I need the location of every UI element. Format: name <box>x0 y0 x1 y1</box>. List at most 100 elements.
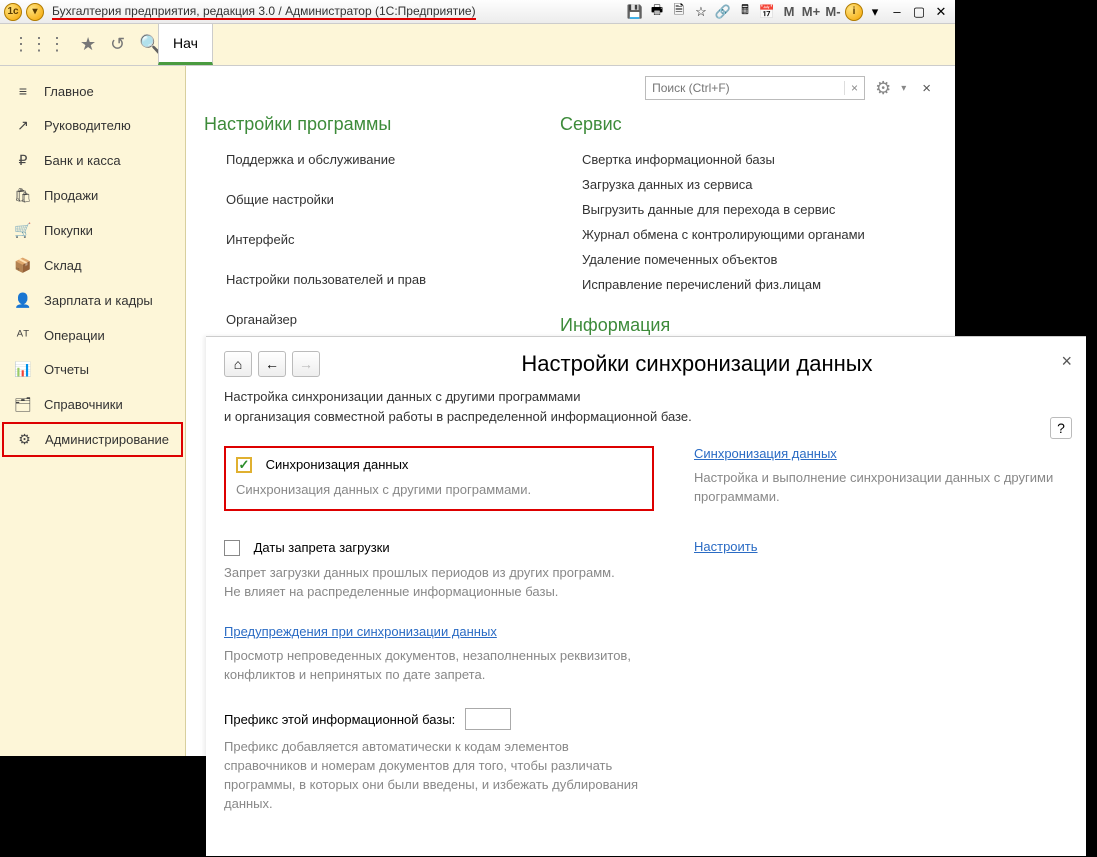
minimize-icon[interactable]: – <box>887 2 907 22</box>
dropdown-icon[interactable]: ▾ <box>26 3 44 21</box>
sidebar-item-0[interactable]: ≡ Главное <box>0 74 185 108</box>
sync-data-link-sub: Настройка и выполнение синхронизации дан… <box>694 469 1068 507</box>
close-icon[interactable]: ✕ <box>931 2 951 22</box>
forward-button[interactable]: → <box>292 351 320 377</box>
panel-title: Настройки синхронизации данных <box>326 351 1068 377</box>
calc-icon[interactable]: 🖩 <box>735 2 755 22</box>
window-title: Бухгалтерия предприятия, редакция 3.0 / … <box>52 4 476 20</box>
sidebar-item-5[interactable]: 📦Склад <box>0 248 185 283</box>
sidebar-item-2[interactable]: ₽ Банк и касса <box>0 143 185 178</box>
settings-link-3[interactable]: Настройки пользователей и прав <box>226 267 524 292</box>
nav-icon: 📊 <box>14 361 32 378</box>
sync-settings-panel: ⌂ ← → Настройки синхронизации данных × ?… <box>206 336 1086 856</box>
help-button[interactable]: ? <box>1050 417 1072 439</box>
search-clear-icon[interactable]: × <box>844 81 864 95</box>
prefix-subtext: Префикс добавляется автоматически к кода… <box>224 738 654 813</box>
m-minus-button[interactable]: M- <box>823 2 843 22</box>
search-input[interactable] <box>646 81 844 95</box>
gear-dropdown-icon[interactable]: ▾ <box>901 83 906 94</box>
nav-icon: 🗂 <box>14 396 32 413</box>
settings-link-0[interactable]: Поддержка и обслуживание <box>226 147 524 172</box>
section-title-service: Сервис <box>560 114 865 135</box>
sync-data-subtext: Синхронизация данных с другими программа… <box>236 481 642 500</box>
nav-label: Зарплата и кадры <box>44 293 153 308</box>
nav-label: Операции <box>44 328 105 343</box>
app-logo-icon: 1c <box>4 3 22 21</box>
service-link-2[interactable]: Выгрузить данные для перехода в сервис <box>582 197 865 222</box>
prefix-input[interactable] <box>465 708 511 730</box>
section-title-info: Информация <box>560 315 865 336</box>
service-link-5[interactable]: Исправление перечислений физ.лицам <box>582 272 865 297</box>
link-icon[interactable]: 🔗 <box>713 2 733 22</box>
sidebar-item-7[interactable]: ᴬᵀ Операции <box>0 318 185 352</box>
tab-start[interactable]: Нач <box>158 24 213 65</box>
tab-label: Нач <box>173 35 198 51</box>
gear-icon[interactable]: ⚙ <box>875 78 891 99</box>
service-link-1[interactable]: Загрузка данных из сервиса <box>582 172 865 197</box>
nav-icon: ≡ <box>14 83 32 99</box>
service-link-4[interactable]: Удаление помеченных объектов <box>582 247 865 272</box>
service-link-0[interactable]: Свертка информационной базы <box>582 147 865 172</box>
date-ban-subtext: Запрет загрузки данных прошлых периодов … <box>224 564 654 602</box>
nav-icon: 🛍 <box>14 187 32 204</box>
maximize-icon[interactable]: ▢ <box>909 2 929 22</box>
nav-label: Отчеты <box>44 362 89 377</box>
nav-label: Главное <box>44 84 94 99</box>
search-input-wrap: × <box>645 76 865 100</box>
print-icon[interactable]: 🖶 <box>647 2 667 22</box>
warnings-subtext: Просмотр непроведенных документов, незап… <box>224 647 654 685</box>
date-ban-checkbox[interactable] <box>224 540 240 556</box>
nav-icon: ᴬᵀ <box>14 327 32 343</box>
sidebar-item-10[interactable]: ⚙ Администрирование <box>2 422 183 457</box>
dropdown2-icon[interactable]: ▾ <box>865 2 885 22</box>
settings-link-2[interactable]: Интерфейс <box>226 227 524 252</box>
nav-icon: ↗ <box>14 117 32 134</box>
sync-data-label: Синхронизация данных <box>266 457 409 472</box>
sync-data-link[interactable]: Синхронизация данных <box>694 446 837 461</box>
settings-link-4[interactable]: Органайзер <box>226 307 524 332</box>
panel-description: Настройка синхронизации данных с другими… <box>224 387 1068 426</box>
toolbar-row: ⋮⋮⋮ ★ ↺ 🔍 Нач <box>0 24 955 66</box>
settings-link-1[interactable]: Общие настройки <box>226 187 524 212</box>
back-button[interactable]: ← <box>258 351 286 377</box>
nav-icon: ₽ <box>14 152 32 169</box>
nav-label: Руководителю <box>44 118 131 133</box>
doc-icon[interactable]: 🗎 <box>669 2 689 22</box>
panel-close-button[interactable]: × <box>1061 351 1072 372</box>
panel-close-icon[interactable]: × <box>916 80 937 97</box>
date-ban-label: Даты запрета загрузки <box>254 540 390 555</box>
save-icon[interactable]: 💾 <box>625 2 645 22</box>
sidebar-item-4[interactable]: 🛒 Покупки <box>0 213 185 248</box>
sync-data-checkbox[interactable]: ✓ <box>236 457 252 473</box>
star-icon[interactable]: ☆ <box>691 2 711 22</box>
nav-icon: 👤 <box>14 292 32 309</box>
nav-label: Склад <box>44 258 82 273</box>
apps-icon[interactable]: ⋮⋮⋮ <box>12 34 66 55</box>
nav-label: Справочники <box>44 397 123 412</box>
configure-link[interactable]: Настроить <box>694 539 758 554</box>
nav-icon: ⚙ <box>16 431 33 448</box>
sidebar-item-3[interactable]: 🛍 Продажи <box>0 178 185 213</box>
section-title-settings: Настройки программы <box>204 114 524 135</box>
nav-label: Банк и касса <box>44 153 121 168</box>
sidebar: ≡ Главное ↗ Руководителю ₽ Банк и касса 🛍 Прода… <box>0 66 186 756</box>
calendar-icon[interactable]: 📅 <box>757 2 777 22</box>
title-bar: 1c ▾ Бухгалтерия предприятия, редакция 3… <box>0 0 955 24</box>
warnings-link[interactable]: Предупреждения при синхронизации данных <box>224 624 497 639</box>
m-plus-button[interactable]: M+ <box>801 2 821 22</box>
m-button[interactable]: M <box>779 2 799 22</box>
nav-label: Продажи <box>44 188 98 203</box>
highlighted-option-box: ✓ Синхронизация данных Синхронизация дан… <box>224 446 654 511</box>
home-button[interactable]: ⌂ <box>224 351 252 377</box>
nav-label: Покупки <box>44 223 93 238</box>
sidebar-item-9[interactable]: 🗂 Справочники <box>0 387 185 422</box>
history-icon[interactable]: ↺ <box>110 34 125 55</box>
service-link-3[interactable]: Журнал обмена с контролирующими органами <box>582 222 865 247</box>
info-icon[interactable]: i <box>845 3 863 21</box>
sidebar-item-6[interactable]: 👤 Зарплата и кадры <box>0 283 185 318</box>
nav-label: Администрирование <box>45 432 169 447</box>
sidebar-item-1[interactable]: ↗ Руководителю <box>0 108 185 143</box>
sidebar-item-8[interactable]: 📊 Отчеты <box>0 352 185 387</box>
nav-icon: 🛒 <box>14 222 32 239</box>
favorite-icon[interactable]: ★ <box>80 34 96 55</box>
